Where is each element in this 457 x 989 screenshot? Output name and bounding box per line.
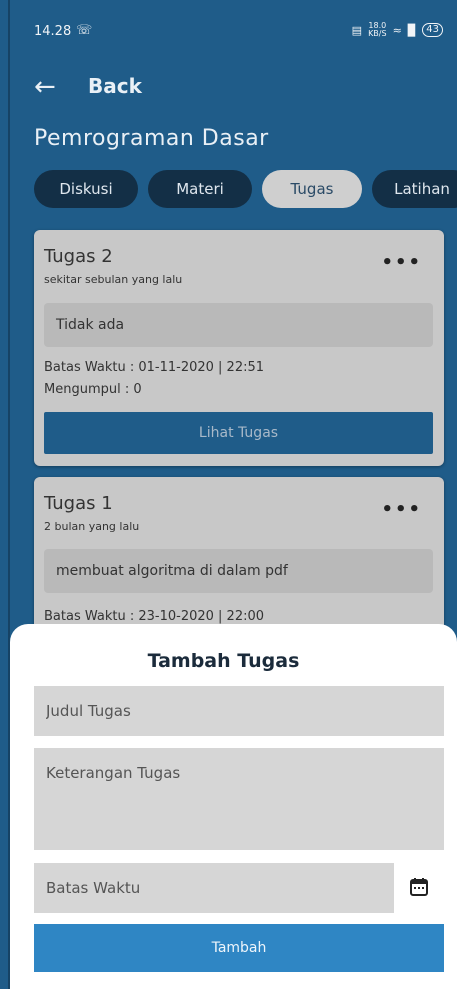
task-title-input[interactable] xyxy=(34,686,444,736)
tab-bar: Diskusi Materi Tugas Latihan xyxy=(34,170,457,208)
more-options-icon[interactable]: ••• xyxy=(381,252,422,273)
vibrate-icon: ▤ xyxy=(351,23,363,37)
calendar-icon[interactable] xyxy=(409,877,429,897)
tab-diskusi[interactable]: Diskusi xyxy=(34,170,138,208)
task-time-ago: sekitar sebulan yang lalu xyxy=(44,273,183,286)
task-title: Tugas 2 xyxy=(44,246,113,267)
tab-latihan[interactable]: Latihan xyxy=(372,170,457,208)
task-time-ago: 2 bulan yang lalu xyxy=(44,520,140,533)
task-title: Tugas 1 xyxy=(44,493,113,514)
speed-unit: KB/S xyxy=(368,29,387,38)
status-bar: 14.28 ☏ ▤ 18.0 KB/S ≈ ▉ 43 xyxy=(0,0,457,52)
task-deadline: Batas Waktu : 01-11-2020 | 22:51 xyxy=(44,360,265,375)
status-time: 14.28 xyxy=(34,24,72,39)
back-button[interactable]: Back xyxy=(88,74,142,98)
tab-materi[interactable]: Materi xyxy=(148,170,252,208)
task-description: membuat algoritma di dalam pdf xyxy=(44,549,433,593)
task-description-input[interactable] xyxy=(34,748,444,850)
top-bar: ← Back xyxy=(0,62,457,114)
sheet-title: Tambah Tugas xyxy=(147,650,300,672)
whatsapp-icon: ☏ xyxy=(76,23,93,38)
app-screen: 14.28 ☏ ▤ 18.0 KB/S ≈ ▉ 43 ← Back Pemrogr… xyxy=(0,0,457,989)
course-title: Pemrograman Dasar xyxy=(34,126,269,151)
status-icons: ▤ 18.0 KB/S ≈ ▉ 43 xyxy=(352,22,443,38)
task-card[interactable]: Tugas 2 sekitar sebulan yang lalu ••• Ti… xyxy=(34,230,444,466)
task-submissions: Mengumpul : 0 xyxy=(44,382,142,397)
task-description: Tidak ada xyxy=(44,303,433,347)
more-options-icon[interactable]: ••• xyxy=(381,499,422,520)
tab-tugas[interactable]: Tugas xyxy=(262,170,362,208)
signal-icon: ▉ xyxy=(407,23,417,37)
network-speed: 18.0 KB/S xyxy=(368,22,387,38)
battery-icon: 43 xyxy=(422,23,443,37)
deadline-input[interactable] xyxy=(34,863,394,913)
back-arrow-icon[interactable]: ← xyxy=(34,74,56,100)
add-button[interactable]: Tambah xyxy=(34,924,444,972)
wifi-icon: ≈ xyxy=(392,23,402,37)
view-task-button[interactable]: Lihat Tugas xyxy=(44,412,433,454)
